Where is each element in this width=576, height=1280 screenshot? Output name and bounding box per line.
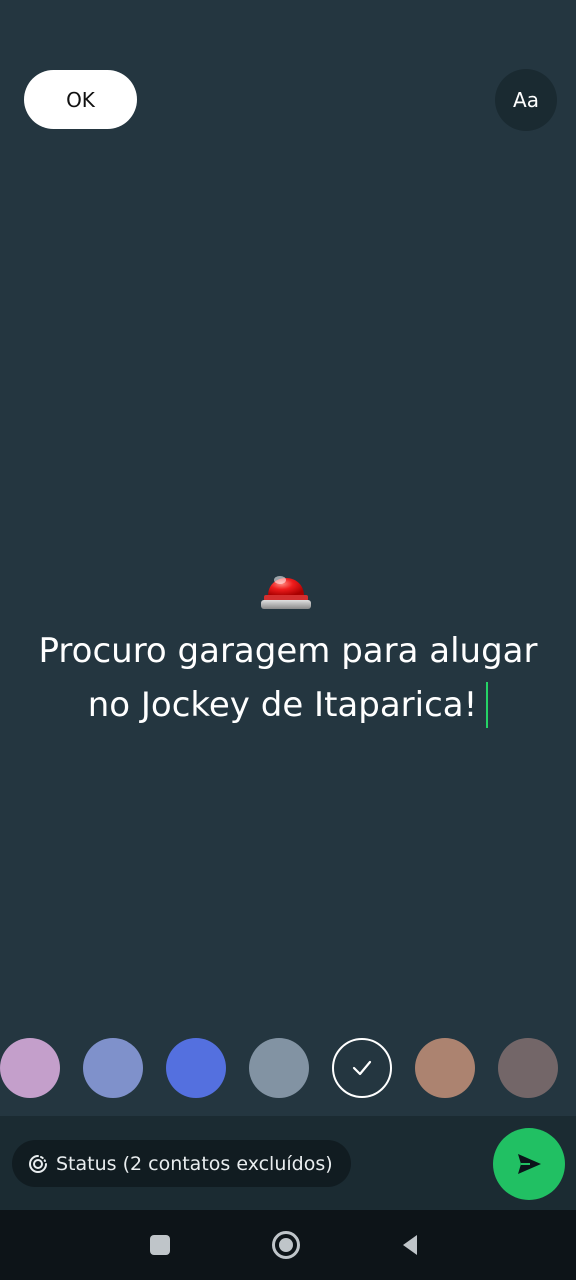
status-text-canvas[interactable]: OK Aa Procuro garagem para alugar no Joc… xyxy=(0,0,576,1116)
recents-square-icon[interactable] xyxy=(144,1229,176,1261)
ok-button[interactable]: OK xyxy=(24,70,137,129)
status-text-line-2: no Jockey de Itaparica! xyxy=(20,678,556,732)
ok-button-label: OK xyxy=(66,87,95,112)
police-siren-icon xyxy=(261,576,311,609)
send-button[interactable] xyxy=(493,1128,565,1200)
status-audience-label: Status (2 contatos excluídos) xyxy=(56,1152,333,1175)
color-swatch[interactable] xyxy=(166,1038,226,1098)
color-swatch[interactable] xyxy=(249,1038,309,1098)
status-text-line-2-content: no Jockey de Itaparica! xyxy=(87,685,478,725)
text-caret xyxy=(486,682,489,728)
back-triangle-icon[interactable] xyxy=(394,1229,426,1261)
font-style-label: Aa xyxy=(513,88,539,112)
bottom-bar: Status (2 contatos excluídos) xyxy=(0,1116,576,1210)
color-swatch[interactable] xyxy=(332,1038,392,1098)
home-circle-icon[interactable] xyxy=(270,1229,302,1261)
color-swatch[interactable] xyxy=(415,1038,475,1098)
check-icon xyxy=(352,1060,372,1076)
status-audience-button[interactable]: Status (2 contatos excluídos) xyxy=(12,1140,351,1187)
color-swatch[interactable] xyxy=(0,1038,60,1098)
background-color-palette xyxy=(0,1038,576,1098)
status-ring-icon xyxy=(29,1154,47,1173)
status-text[interactable]: Procuro garagem para alugar no Jockey de… xyxy=(20,624,556,732)
font-style-button[interactable]: Aa xyxy=(495,69,557,131)
color-swatch[interactable] xyxy=(498,1038,558,1098)
system-navigation-bar xyxy=(0,1210,576,1280)
status-text-line-1: Procuro garagem para alugar xyxy=(38,631,538,671)
color-swatch[interactable] xyxy=(83,1038,143,1098)
send-icon xyxy=(518,1154,541,1174)
